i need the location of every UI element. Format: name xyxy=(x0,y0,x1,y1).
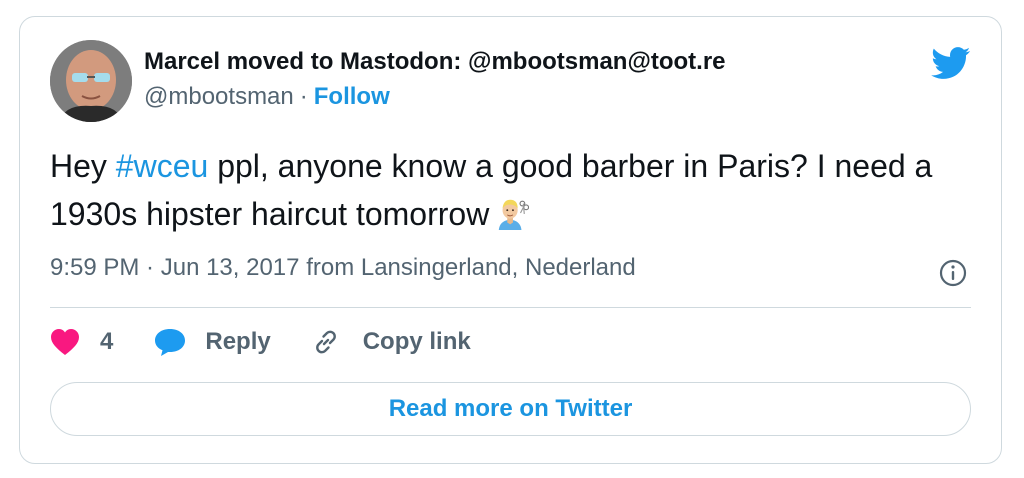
twitter-bird-icon[interactable] xyxy=(931,47,971,80)
hashtag-link[interactable]: #wceu xyxy=(116,148,209,184)
read-more-button[interactable]: Read more on Twitter xyxy=(50,382,971,436)
reply-button[interactable]: Reply xyxy=(153,327,271,357)
tweet-text: Hey #wceu ppl, anyone know a good barber… xyxy=(50,142,950,238)
speech-bubble-icon xyxy=(155,329,186,356)
reply-label: Reply xyxy=(205,328,271,355)
like-button[interactable]: 4 xyxy=(50,328,113,356)
man-getting-haircut-emoji-icon xyxy=(499,199,530,230)
tweet-location: Lansingerland, Nederland xyxy=(360,254,636,281)
author-handle-row: @mbootsman · Follow xyxy=(144,82,390,112)
heart-icon xyxy=(51,329,79,355)
divider xyxy=(50,307,971,308)
tweet-actions: 4 Reply Copy link xyxy=(50,324,471,360)
follow-button[interactable]: Follow xyxy=(314,83,390,110)
tweet-timestamp-location[interactable]: 9:59 PM · Jun 13, 2017 from Lansingerlan… xyxy=(50,253,636,283)
avatar[interactable] xyxy=(50,40,132,122)
location-prefix: from xyxy=(306,254,355,281)
tweet-text-start: Hey xyxy=(50,148,116,184)
author-display-name[interactable]: Marcel moved to Mastodon: @mbootsman@too… xyxy=(144,47,726,77)
author-handle[interactable]: @mbootsman xyxy=(144,83,294,110)
tweet-date: Jun 13, 2017 xyxy=(160,254,300,281)
link-icon xyxy=(315,330,336,354)
tweet-card: Marcel moved to Mastodon: @mbootsman@too… xyxy=(19,16,1002,464)
copy-link-label: Copy link xyxy=(362,328,471,355)
like-count: 4 xyxy=(100,328,114,355)
tweet-time: 9:59 PM xyxy=(50,254,140,281)
separator-dot: · xyxy=(299,83,308,110)
copy-link-button[interactable]: Copy link xyxy=(311,327,471,357)
info-icon[interactable] xyxy=(938,258,968,288)
